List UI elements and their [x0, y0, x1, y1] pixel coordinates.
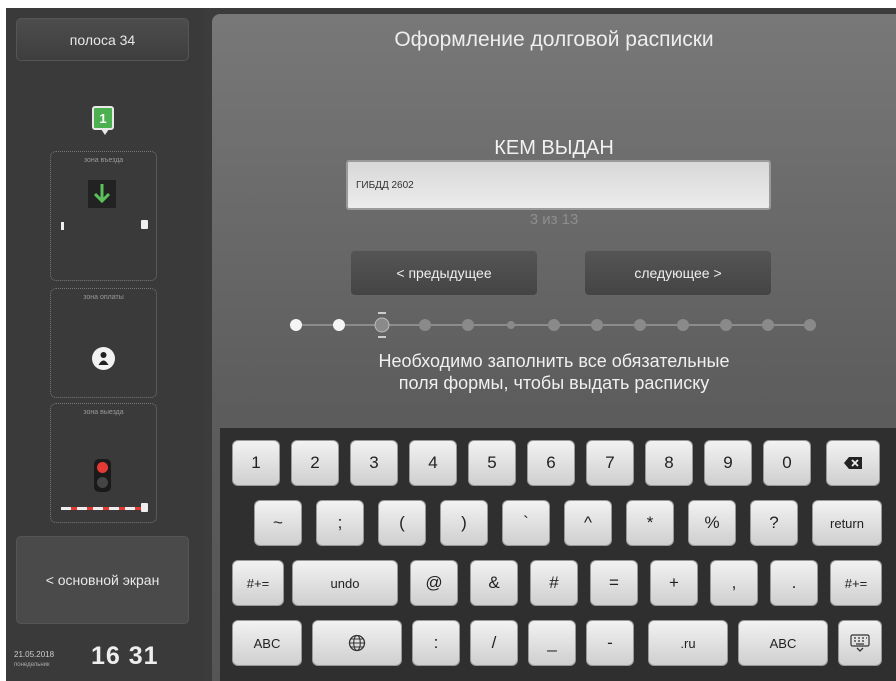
lock-icon	[141, 220, 148, 229]
step-dot	[804, 319, 816, 331]
debt-receipt-panel: Оформление долговой расписки КЕМ ВЫДАН 3…	[212, 14, 896, 681]
field-label: КЕМ ВЫДАН	[494, 137, 614, 159]
sidebar: полоса 34 1 зона въезда зона оплаты зона…	[6, 8, 204, 681]
key-open-paren[interactable]: (	[378, 500, 426, 546]
key-equals[interactable]: =	[590, 560, 638, 606]
key-comma[interactable]: ,	[710, 560, 758, 606]
key-underscore[interactable]: _	[528, 620, 576, 666]
barrier-icon	[61, 507, 146, 510]
step-dot	[762, 319, 774, 331]
validation-message: Необходимо заполнить все обязательные по…	[212, 350, 896, 394]
keyboard-hide-icon	[850, 634, 870, 652]
key-0[interactable]: 0	[763, 440, 811, 486]
lane-button[interactable]: полоса 34	[16, 18, 189, 61]
message-line-2: поля формы, чтобы выдать расписку	[398, 373, 710, 393]
key-tilde[interactable]: ~	[254, 500, 302, 546]
abc-key-right[interactable]: ABC	[738, 620, 828, 666]
key-hash[interactable]: #	[530, 560, 578, 606]
issued-by-input[interactable]	[346, 160, 771, 210]
step-dot	[333, 319, 345, 331]
step-dot	[634, 319, 646, 331]
barrier-post-icon	[61, 222, 64, 230]
key-8[interactable]: 8	[645, 440, 693, 486]
symbols-key-right[interactable]: #+=	[830, 560, 882, 606]
exit-zone: зона выезда	[50, 403, 157, 523]
lane-number-badge: 1	[92, 106, 114, 135]
clock: 16 31	[91, 642, 159, 670]
user-icon	[92, 347, 115, 370]
key-6[interactable]: 6	[527, 440, 575, 486]
backspace-icon	[843, 456, 863, 470]
key-4[interactable]: 4	[409, 440, 457, 486]
step-dot-current	[374, 317, 390, 333]
step-dot	[548, 319, 560, 331]
key-asterisk[interactable]: *	[626, 500, 674, 546]
step-counter: 3 из 13	[529, 211, 579, 228]
language-key[interactable]	[312, 620, 402, 666]
key-slash[interactable]: /	[470, 620, 518, 666]
key-3[interactable]: 3	[350, 440, 398, 486]
app-window: полоса 34 1 зона въезда зона оплаты зона…	[6, 8, 896, 681]
entry-zone-label: зона въезда	[83, 157, 124, 164]
key-9[interactable]: 9	[704, 440, 752, 486]
next-button[interactable]: следующее >	[584, 250, 772, 296]
return-key[interactable]: return	[812, 500, 882, 546]
on-screen-keyboard: 1 2 3 4 5 6 7 8 9 0 ~ ; ( ) ` ^ * % ? re…	[220, 428, 896, 681]
abc-key-left[interactable]: ABC	[232, 620, 302, 666]
step-dot	[677, 319, 689, 331]
main-screen-button[interactable]: < основной экран	[16, 536, 189, 624]
key-ampersand[interactable]: &	[470, 560, 518, 606]
key-colon[interactable]: :	[412, 620, 460, 666]
previous-button[interactable]: < предыдущее	[350, 250, 538, 296]
symbols-key-left[interactable]: #+=	[232, 560, 284, 606]
key-7[interactable]: 7	[586, 440, 634, 486]
weekday-text: понедельник	[14, 662, 50, 668]
dot-ru-key[interactable]: .ru	[648, 620, 728, 666]
key-close-paren[interactable]: )	[440, 500, 488, 546]
key-period[interactable]: .	[770, 560, 818, 606]
progress-stepper	[290, 312, 816, 338]
globe-icon	[348, 634, 366, 652]
key-semicolon[interactable]: ;	[316, 500, 364, 546]
key-at[interactable]: @	[410, 560, 458, 606]
lock-icon	[141, 503, 148, 512]
arrow-down-icon	[88, 180, 116, 208]
traffic-light-icon	[94, 459, 111, 492]
key-percent[interactable]: %	[688, 500, 736, 546]
step-dot	[419, 319, 431, 331]
message-line-1: Необходимо заполнить все обязательные	[378, 351, 730, 371]
date-display: 21.05.2018 понедельник	[14, 650, 54, 670]
step-dot	[591, 319, 603, 331]
undo-key[interactable]: undo	[292, 560, 398, 606]
exit-zone-label: зона выезда	[83, 409, 124, 416]
backspace-key[interactable]	[826, 440, 880, 486]
key-caret[interactable]: ^	[564, 500, 612, 546]
hide-keyboard-key[interactable]	[838, 620, 882, 666]
payment-zone: зона оплаты	[50, 288, 157, 398]
step-dot	[462, 319, 474, 331]
key-plus[interactable]: +	[650, 560, 698, 606]
key-1[interactable]: 1	[232, 440, 280, 486]
key-question[interactable]: ?	[750, 500, 798, 546]
key-5[interactable]: 5	[468, 440, 516, 486]
payment-zone-label: зона оплаты	[83, 294, 124, 301]
key-backtick[interactable]: `	[502, 500, 550, 546]
key-hyphen[interactable]: -	[586, 620, 634, 666]
date-text: 21.05.2018	[14, 650, 55, 659]
page-title: Оформление долговой расписки	[394, 28, 714, 51]
step-dot	[720, 319, 732, 331]
step-dot	[507, 321, 515, 329]
key-2[interactable]: 2	[291, 440, 339, 486]
step-dot	[290, 319, 302, 331]
entry-zone: зона въезда	[50, 151, 157, 281]
